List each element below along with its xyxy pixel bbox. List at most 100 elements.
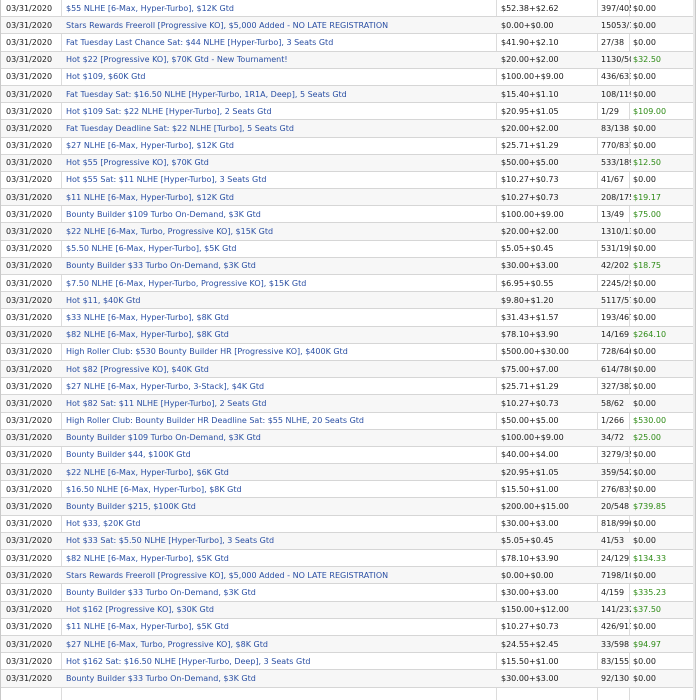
buyin-cell: $5.05+$0.45 [501,536,554,546]
tournament-name-link[interactable]: Hot $22 [Progressive KO], $70K Gtd - New… [66,52,491,68]
buyin-cell: $10.27+$0.73 [501,175,559,185]
table-row[interactable]: 03/31/2020 Hot $11, $40K Gtd $9.80+$1.20… [1,292,695,310]
table-row[interactable]: 03/31/2020 Stars Rewards Freeroll [Progr… [1,567,695,585]
table-row[interactable]: 03/31/2020 $11 NLHE [6-Max, Hyper-Turbo]… [1,619,695,636]
tournament-name-link[interactable]: Hot $55 [Progressive KO], $70K Gtd [66,155,491,171]
tournament-name-link[interactable]: $27 NLHE [6-Max, Turbo, Progressive KO],… [66,636,491,652]
tournament-name-link[interactable]: $7.50 NLHE [6-Max, Hyper-Turbo, Progress… [66,275,491,291]
table-row[interactable]: 03/31/2020 $27 NLHE [6-Max, Turbo, Progr… [1,635,695,654]
prize-cell: $264.10 [633,330,667,340]
table-row[interactable]: 03/31/2020 Hot $33, $20K Gtd $30.00+$3.0… [1,516,695,533]
table-row[interactable]: 03/31/2020 Bounty Builder $109 Turbo On-… [1,206,695,224]
table-row[interactable]: 03/31/2020 Stars Rewards Freeroll [Progr… [1,17,695,35]
buyin-cell: $100.00+$9.00 [501,209,564,219]
tournament-name-link[interactable]: Bounty Builder $33 Turbo On-Demand, $3K … [66,584,491,600]
tournament-name-link[interactable]: High Roller Club: $530 Bounty Builder HR… [66,344,491,360]
table-row[interactable]: 03/31/2020 Hot $162 Sat: $16.50 NLHE [Hy… [1,653,695,671]
tournament-name-link[interactable]: $16.50 NLHE [6-Max, Hyper-Turbo], $8K Gt… [66,481,491,497]
table-row[interactable]: 03/31/2020 $11 NLHE [6-Max, Hyper-Turbo]… [1,189,695,207]
tournament-name-link[interactable]: Hot $33, $20K Gtd [66,516,491,532]
tournament-name-link[interactable]: Hot $109, $60K Gtd [66,69,491,85]
tournament-name-link[interactable]: $22 NLHE [6-Max, Hyper-Turbo], $6K Gtd [66,464,491,480]
date-cell: 03/31/2020 [6,502,53,512]
table-row[interactable]: 03/31/2020 Hot $162 [Progressive KO], $3… [1,601,695,619]
tournament-name-link[interactable]: $11 NLHE [6-Max, Hyper-Turbo], $5K Gtd [66,619,491,635]
table-row[interactable]: 03/31/2020 $27 NLHE [6-Max, Hyper-Turbo,… [1,378,695,396]
table-row[interactable]: 03/31/2020 Hot $109, $60K Gtd $100.00+$9… [1,69,695,86]
tournament-name-link[interactable]: Bounty Builder $33 Turbo On-Demand, $3K … [66,258,491,274]
table-row[interactable]: 03/31/2020 $7.50 NLHE [6-Max, Hyper-Turb… [1,275,695,293]
table-row[interactable]: 03/31/2020 Hot $22 [Progressive KO], $70… [1,51,695,69]
scrollbar-edge[interactable] [693,0,695,700]
tournament-name-link[interactable]: Hot $162 [Progressive KO], $30K Gtd [66,602,491,618]
table-row[interactable]: 03/31/2020 Hot $82 [Progressive KO], $40… [1,360,695,379]
tournament-name-link[interactable]: Stars Rewards Freeroll [Progressive KO],… [66,567,491,583]
rank-cell: 92/130 [601,673,630,683]
tournament-name-link[interactable]: Hot $82 [Progressive KO], $40K Gtd [66,361,491,377]
tournament-name-link[interactable]: Fat Tuesday Sat: $16.50 NLHE [Hyper-Turb… [66,86,491,102]
table-row[interactable]: 03/31/2020 $22 NLHE [6-Max, Hyper-Turbo]… [1,464,695,482]
table-row[interactable]: 03/31/2020 $27 NLHE [6-Max, Hyper-Turbo]… [1,138,695,155]
prize-cell: $19.17 [633,192,661,202]
tournament-name-link[interactable]: $33 NLHE [6-Max, Hyper-Turbo], $8K Gtd [66,309,491,325]
tournament-name-link[interactable]: Bounty Builder $33 Turbo On-Demand, $3K … [66,670,491,686]
buyin-cell: $78.10+$3.90 [501,553,559,563]
table-row[interactable]: 03/31/2020 Bounty Builder $109 Turbo On-… [1,429,695,447]
tournament-name-link[interactable]: $5.50 NLHE [6-Max, Hyper-Turbo], $5K Gtd [66,241,491,257]
buyin-cell: $75.00+$7.00 [501,364,559,374]
table-row[interactable]: 03/31/2020 Hot $82 Sat: $11 NLHE [Hyper-… [1,395,695,413]
tournament-name-link[interactable]: Hot $33 Sat: $5.50 NLHE [Hyper-Turbo], 3… [66,533,491,549]
tournament-name-link[interactable]: Bounty Builder $109 Turbo On-Demand, $3K… [66,206,491,222]
table-row[interactable]: 03/31/2020 $33 NLHE [6-Max, Hyper-Turbo]… [1,309,695,327]
table-row[interactable]: 03/31/2020 Fat Tuesday Sat: $16.50 NLHE … [1,85,695,104]
table-row[interactable]: 03/31/2020 Hot $55 [Progressive KO], $70… [1,154,695,172]
table-row[interactable]: 03/31/2020 High Roller Club: Bounty Buil… [1,413,695,430]
tournament-name-link[interactable]: $55 NLHE [6-Max, Hyper-Turbo], $12K Gtd [66,0,491,16]
rank-cell: 397/405 [601,3,631,13]
table-row[interactable]: 03/31/2020 $16.50 NLHE [6-Max, Hyper-Tur… [1,481,695,499]
table-row[interactable]: 03/31/2020 Bounty Builder $33 Turbo On-D… [1,670,695,688]
buyin-cell: $100.00+$9.00 [501,72,564,82]
prize-cell: $25.00 [633,433,661,443]
tournament-name-link[interactable]: $11 NLHE [6-Max, Hyper-Turbo], $12K Gtd [66,189,491,205]
table-row[interactable]: 03/31/2020 Bounty Builder $33 Turbo On-D… [1,584,695,602]
table-row[interactable]: 03/31/2020 $5.50 NLHE [6-Max, Hyper-Turb… [1,241,695,258]
table-row[interactable]: 03/31/2020 Fat Tuesday Last Chance Sat: … [1,34,695,52]
tournament-name-link[interactable]: Hot $162 Sat: $16.50 NLHE [Hyper-Turbo, … [66,653,491,669]
rank-cell: 41/53 [601,536,625,546]
tournament-name-link[interactable]: Bounty Builder $215, $100K Gtd [66,498,491,514]
tournament-name-link[interactable]: $27 NLHE [6-Max, Hyper-Turbo, 3-Stack], … [66,378,491,394]
tournament-name-link[interactable]: Fat Tuesday Last Chance Sat: $44 NLHE [H… [66,34,491,50]
buyin-cell: $52.38+$2.62 [501,3,559,13]
tournament-name-link[interactable]: Stars Rewards Freeroll [Progressive KO],… [66,17,491,33]
table-row[interactable]: 03/31/2020 Hot $109 Sat: $22 NLHE [Hyper… [1,103,695,121]
tournament-name-link[interactable]: Bounty Builder $44, $100K Gtd [66,447,491,463]
table-row[interactable]: 03/31/2020 $82 NLHE [6-Max, Hyper-Turbo]… [1,550,695,568]
table-row[interactable]: 03/31/2020 High Roller Club: $530 Bounty… [1,344,695,361]
tournament-name-link[interactable]: Hot $55 Sat: $11 NLHE [Hyper-Turbo], 3 S… [66,172,491,188]
table-row[interactable]: 03/31/2020 Bounty Builder $44, $100K Gtd… [1,447,695,465]
buyin-cell: $20.00+$2.00 [501,55,559,65]
tournament-name-link[interactable]: Hot $11, $40K Gtd [66,292,491,308]
table-row[interactable]: 03/31/2020 $82 NLHE [6-Max, Hyper-Turbo]… [1,326,695,344]
rank-cell: 20/548 [601,502,630,512]
table-row[interactable]: 03/31/2020 Bounty Builder $33 Turbo On-D… [1,257,695,275]
tournament-name-link[interactable]: Hot $82 Sat: $11 NLHE [Hyper-Turbo], 2 S… [66,395,491,411]
tournament-name-link[interactable]: $22 NLHE [6-Max, Turbo, Progressive KO],… [66,223,491,239]
buyin-cell: $50.00+$5.00 [501,416,559,426]
table-row[interactable]: 03/31/2020 $22 NLHE [6-Max, Turbo, Progr… [1,223,695,241]
tournament-name-link[interactable]: High Roller Club: Bounty Builder HR Dead… [66,413,491,429]
tournament-name-link[interactable]: $82 NLHE [6-Max, Hyper-Turbo], $8K Gtd [66,327,491,343]
table-row[interactable]: 03/31/2020 Bounty Builder $215, $100K Gt… [1,498,695,516]
tournament-name-link[interactable]: $82 NLHE [6-Max, Hyper-Turbo], $5K Gtd [66,550,491,566]
table-row[interactable]: 03/31/2020 $55 NLHE [6-Max, Hyper-Turbo]… [1,0,695,18]
tournament-name-link[interactable]: $27 NLHE [6-Max, Hyper-Turbo], $12K Gtd [66,138,491,154]
tournament-name-link[interactable]: Hot $109 Sat: $22 NLHE [Hyper-Turbo], 2 … [66,103,491,119]
buyin-cell: $41.90+$2.10 [501,37,559,47]
table-row[interactable]: 03/31/2020 Fat Tuesday Deadline Sat: $22… [1,120,695,138]
table-row[interactable]: 03/31/2020 Hot $33 Sat: $5.50 NLHE [Hype… [1,532,695,550]
tournament-name-link[interactable]: Bounty Builder $109 Turbo On-Demand, $3K… [66,430,491,446]
table-row[interactable]: 03/31/2020 Hot $55 Sat: $11 NLHE [Hyper-… [1,172,695,190]
prize-cell: $0.00 [633,37,656,47]
tournament-name-link[interactable]: Fat Tuesday Deadline Sat: $22 NLHE [Turb… [66,120,491,136]
